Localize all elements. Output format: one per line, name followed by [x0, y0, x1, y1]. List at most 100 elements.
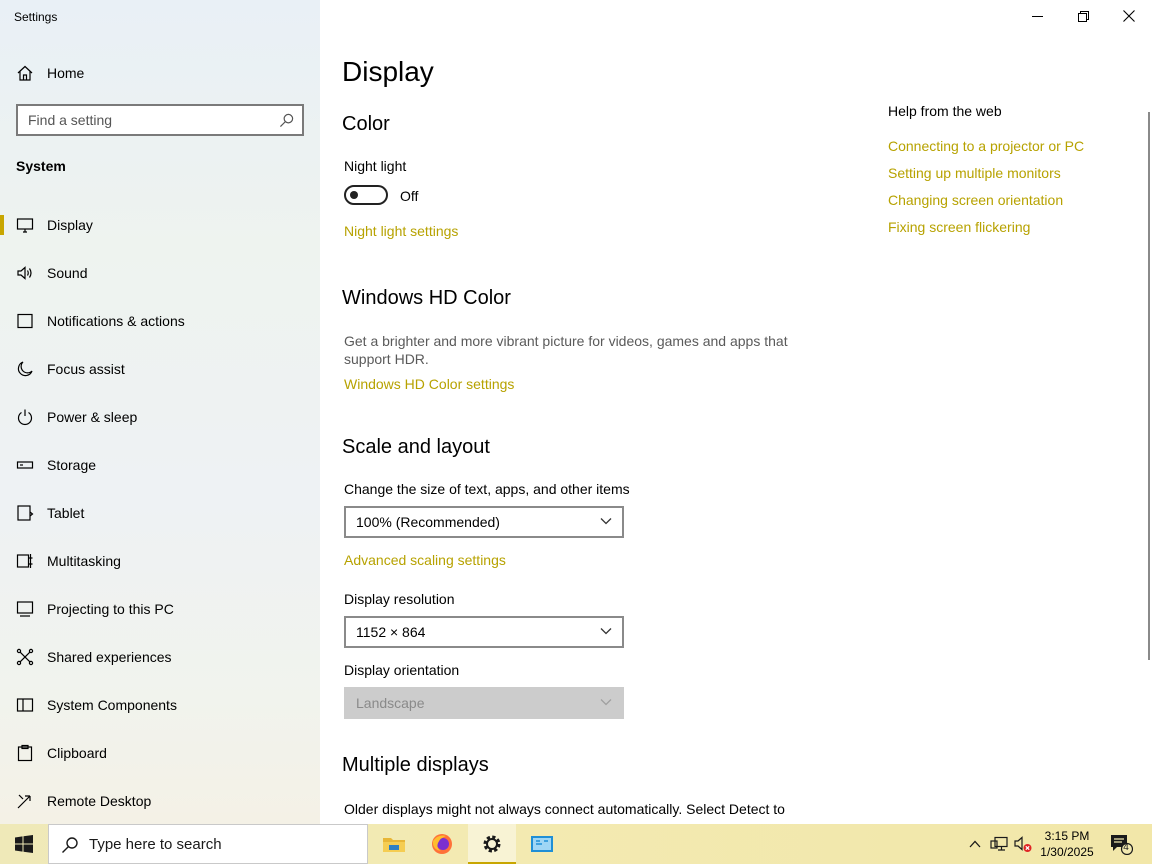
chevron-down-icon: [600, 518, 612, 525]
sidebar-item-projecting[interactable]: Projecting to this PC: [0, 585, 320, 633]
main-content: Display Color Night light Off Night ligh…: [320, 0, 1152, 824]
taskbar-search-placeholder: Type here to search: [89, 835, 222, 853]
hd-color-settings-link[interactable]: Windows HD Color settings: [344, 376, 514, 392]
projecting-icon: [16, 601, 34, 617]
show-hidden-icons-button[interactable]: [966, 824, 984, 864]
moon-icon: [17, 361, 33, 377]
resolution-dropdown[interactable]: 1152 × 864: [344, 616, 624, 648]
scale-layout-heading: Scale and layout: [342, 436, 490, 458]
power-icon: [17, 409, 33, 426]
sidebar-item-system-components[interactable]: System Components: [0, 681, 320, 729]
sidebar-item-remote-desktop[interactable]: Remote Desktop: [0, 777, 320, 824]
orientation-label: Display orientation: [344, 662, 460, 678]
multiple-displays-heading: Multiple displays: [342, 754, 489, 776]
help-link-screen-orientation[interactable]: Changing screen orientation: [888, 192, 1063, 208]
taskbar-clock[interactable]: 3:15 PM 1/30/2025: [1036, 828, 1098, 860]
search-icon: [62, 837, 78, 853]
sidebar-item-multitasking[interactable]: Multitasking: [0, 537, 320, 585]
sidebar-item-focus-assist[interactable]: Focus assist: [0, 345, 320, 393]
night-light-settings-link[interactable]: Night light settings: [344, 223, 458, 239]
sidebar-item-label: Power & sleep: [47, 409, 138, 425]
app-title: Settings: [14, 10, 58, 24]
color-heading: Color: [342, 113, 390, 135]
restore-button[interactable]: [1060, 0, 1106, 32]
hd-color-description: Get a brighter and more vibrant picture …: [344, 333, 788, 367]
remote-desktop-icon: [17, 794, 31, 809]
scrollbar[interactable]: [1148, 112, 1150, 660]
help-title: Help from the web: [888, 103, 1002, 119]
sidebar-item-label: Multitasking: [47, 553, 121, 569]
taskbar-file-explorer[interactable]: [370, 824, 418, 864]
resolution-dropdown-value: 1152 × 864: [356, 624, 426, 640]
start-button[interactable]: [0, 824, 48, 864]
taskbar: Type here to search 3:15 PM 1/30/2025 4: [0, 824, 1152, 864]
file-explorer-icon: [383, 838, 405, 852]
sidebar: Settings Home Find a setting System Disp…: [0, 0, 320, 824]
network-button[interactable]: [988, 824, 1010, 864]
taskbar-search-input[interactable]: Type here to search: [48, 824, 368, 864]
multitasking-icon: [16, 554, 33, 568]
sidebar-item-storage[interactable]: Storage: [0, 441, 320, 489]
chevron-up-icon: [969, 840, 981, 848]
taskbar-remote-app[interactable]: [518, 824, 566, 864]
speaker-icon: [17, 266, 32, 280]
minimize-button[interactable]: [1014, 0, 1060, 32]
notification-icon: [17, 313, 33, 329]
sidebar-item-clipboard[interactable]: Clipboard: [0, 729, 320, 777]
night-light-label: Night light: [344, 158, 407, 174]
action-center-button[interactable]: 4: [1106, 824, 1136, 864]
sidebar-item-label: Projecting to this PC: [47, 601, 174, 617]
sidebar-item-sound[interactable]: Sound: [0, 249, 320, 297]
tablet-icon: [17, 505, 34, 521]
sidebar-item-power-sleep[interactable]: Power & sleep: [0, 393, 320, 441]
help-link-multiple-monitors[interactable]: Setting up multiple monitors: [888, 165, 1061, 181]
help-link-projector[interactable]: Connecting to a projector or PC: [888, 138, 1084, 154]
sidebar-item-label: Sound: [47, 265, 88, 281]
sidebar-item-shared-experiences[interactable]: Shared experiences: [0, 633, 320, 681]
section-title: System: [16, 158, 66, 174]
advanced-scaling-link[interactable]: Advanced scaling settings: [344, 552, 506, 568]
home-label: Home: [47, 65, 85, 81]
taskbar-firefox[interactable]: [418, 824, 466, 864]
orientation-dropdown-value: Landscape: [356, 695, 425, 711]
sidebar-item-notifications[interactable]: Notifications & actions: [0, 297, 320, 345]
orientation-dropdown[interactable]: Landscape: [344, 687, 624, 719]
chevron-down-icon: [600, 628, 612, 635]
taskbar-settings[interactable]: [468, 824, 516, 864]
monitor-icon: [16, 218, 34, 233]
chevron-down-icon: [600, 699, 612, 706]
sidebar-item-label: Shared experiences: [47, 649, 172, 665]
sidebar-item-label: Clipboard: [47, 745, 107, 761]
close-button[interactable]: [1106, 0, 1152, 32]
search-icon: [279, 113, 294, 128]
volume-muted-icon: [1014, 836, 1032, 852]
firefox-icon: [432, 834, 452, 854]
volume-button[interactable]: [1012, 824, 1034, 864]
sidebar-item-label: System Components: [47, 697, 177, 713]
sidebar-item-tablet[interactable]: Tablet: [0, 489, 320, 537]
sidebar-nav: Display Sound Notifications & actions Fo…: [0, 201, 320, 824]
restore-icon: [1077, 10, 1089, 22]
night-light-toggle[interactable]: [344, 185, 388, 205]
close-icon: [1123, 10, 1135, 22]
help-link-screen-flickering[interactable]: Fixing screen flickering: [888, 219, 1030, 235]
home-icon: [17, 65, 33, 81]
resolution-label: Display resolution: [344, 591, 455, 607]
sidebar-item-display[interactable]: Display: [0, 201, 320, 249]
home-link[interactable]: Home: [16, 62, 84, 84]
toggle-knob: [350, 191, 358, 199]
sidebar-item-label: Storage: [47, 457, 97, 473]
minimize-icon: [1031, 15, 1043, 17]
find-setting-input[interactable]: Find a setting: [16, 104, 304, 136]
find-setting-placeholder: Find a setting: [28, 112, 113, 128]
clock-time: 3:15 PM: [1044, 829, 1090, 843]
clipboard-icon: [17, 744, 33, 762]
system-components-icon: [16, 698, 34, 712]
sidebar-item-label: Notifications & actions: [47, 313, 185, 329]
scale-dropdown[interactable]: 100% (Recommended): [344, 506, 624, 538]
sidebar-item-label: Tablet: [47, 505, 85, 521]
night-light-state: Off: [400, 188, 419, 204]
sidebar-item-label: Focus assist: [47, 361, 125, 377]
network-icon: [990, 836, 1008, 851]
page-title: Display: [342, 56, 434, 87]
